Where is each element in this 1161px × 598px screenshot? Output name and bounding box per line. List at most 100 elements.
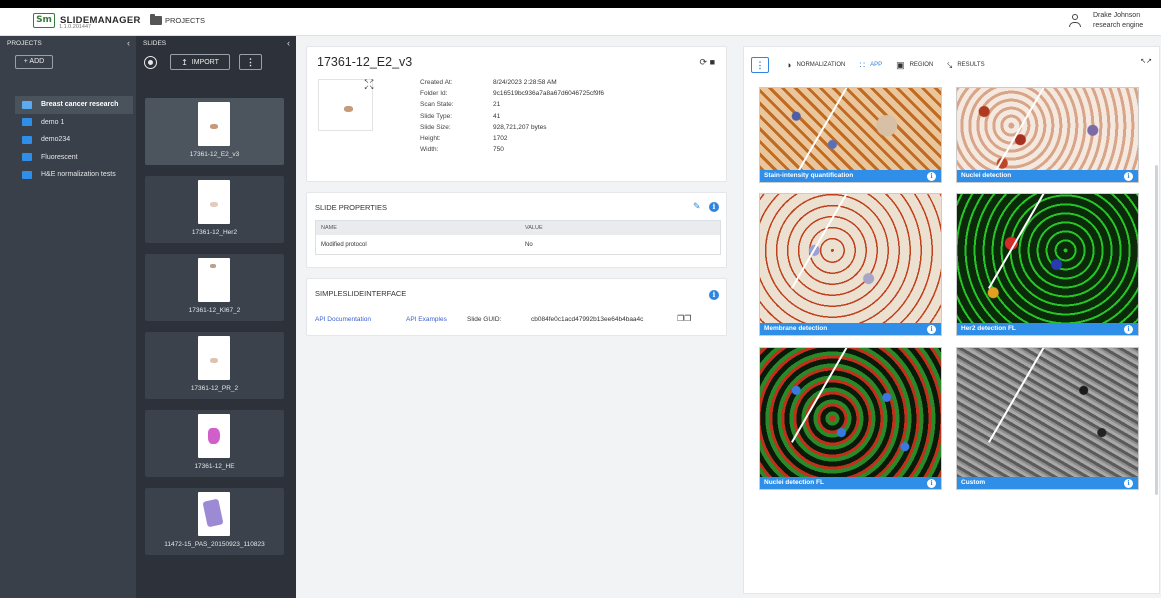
slide-name: 17361-12_PR_2	[190, 385, 239, 392]
user-menu[interactable]: Drake Johnson research engine	[1069, 11, 1144, 31]
app-tile-membrane-detection[interactable]: Membrane detection i	[759, 193, 942, 336]
meta-key: Slide Size:	[420, 123, 451, 131]
property-name: Modified protocol	[321, 241, 367, 248]
slides-panel: SLIDES ‹ ↥ IMPORT ⋮ 17361-12_E2_v3 17361…	[136, 36, 296, 598]
info-icon[interactable]: i	[709, 202, 719, 212]
project-label: demo 1	[41, 118, 65, 126]
tab-results[interactable]: ⤥ RESULTS	[947, 57, 984, 73]
api-examples-link[interactable]: API Examples	[406, 316, 447, 323]
tab-app[interactable]: ∷ APP	[859, 57, 882, 73]
app-tile-her2-detection-fl[interactable]: Her2 detection FL i	[956, 193, 1139, 336]
app-tile-nuclei-detection[interactable]: Nuclei detection i	[956, 87, 1139, 183]
copy-icon[interactable]: ❐❐	[677, 314, 691, 323]
project-item[interactable]: Fluorescent	[15, 149, 133, 167]
info-icon[interactable]: i	[709, 290, 719, 300]
app-tile-custom[interactable]: Custom i	[956, 347, 1139, 490]
edit-icon[interactable]: ✎	[693, 201, 701, 212]
slide-actions: ⟳ ■	[700, 57, 716, 68]
app-tile-nuclei-detection-fl[interactable]: Nuclei detection FL i	[759, 347, 942, 490]
slide-card[interactable]: 11472-15_PAS_20150923_110823	[145, 488, 284, 555]
app-label-text: Stain-intensity quantification	[764, 172, 854, 179]
slide-name: 17361-12_HE	[194, 463, 235, 470]
folder-icon	[22, 170, 32, 179]
delete-icon[interactable]: ■	[710, 57, 715, 67]
project-item[interactable]: H&E normalization tests	[15, 166, 133, 184]
expand-preview-icon[interactable]: ↖↗ ↙↘	[364, 79, 374, 91]
import-button[interactable]: ↥ IMPORT	[170, 54, 230, 70]
meta-value: 21	[493, 101, 501, 109]
meta-key: Width:	[420, 146, 439, 154]
tab-region[interactable]: ▣ REGION	[896, 57, 933, 73]
tab-label: REGION	[909, 62, 934, 68]
project-label: Breast cancer research	[41, 101, 119, 109]
slide-properties-card: SLIDE PROPERTIES ✎ i NAME VALUE Modified…	[306, 192, 727, 268]
info-icon[interactable]: i	[1124, 324, 1133, 334]
apps-scrollbar[interactable]	[1155, 165, 1158, 495]
projects-panel: PROJECTS ‹ + ADD Breast cancer research …	[0, 36, 136, 598]
tab-label: APP	[870, 62, 883, 68]
apps-menu-button[interactable]: ⋮	[751, 57, 769, 73]
table-header: NAME VALUE	[316, 221, 720, 235]
column-header-value: VALUE	[525, 225, 543, 231]
import-label: IMPORT	[191, 58, 219, 66]
meta-row: Slide Size: 928,721,207 bytes	[420, 124, 604, 135]
table-row[interactable]: Modified protocol No	[316, 235, 720, 254]
logo-mark-icon: Sm	[33, 13, 55, 28]
api-documentation-link[interactable]: API Documentation	[315, 316, 371, 323]
results-icon: ⤥	[947, 59, 953, 70]
user-name: Drake Johnson	[1093, 12, 1141, 19]
collapse-projects-icon[interactable]: ‹	[127, 38, 130, 48]
project-label: H&E normalization tests	[41, 171, 116, 179]
apps-panel: ⋮ ◑ NORMALIZATION ∷ APP ▣ REGION ⤥ RESULTS ↖…	[743, 46, 1160, 594]
slides-header: SLIDES ‹	[136, 36, 296, 50]
app-label: Nuclei detection FL i	[760, 477, 941, 489]
folder-icon	[22, 118, 32, 127]
info-icon[interactable]: i	[1124, 478, 1133, 488]
user-icon	[1069, 14, 1081, 28]
slides-header-label: SLIDES	[143, 39, 167, 47]
project-item[interactable]: demo 1	[15, 114, 133, 132]
contrast-icon: ◑	[786, 60, 792, 70]
slide-card[interactable]: 17361-12_PR_2	[145, 332, 284, 399]
projects-header-label: PROJECTS	[7, 39, 42, 47]
meta-row: Slide Type: 41	[420, 113, 604, 124]
meta-value: 41	[493, 112, 501, 120]
slide-card[interactable]: 17361-12_HE	[145, 410, 284, 477]
slide-metadata: Created At: 8/24/2023 2:28:58 AM Folder I…	[420, 79, 604, 157]
tab-label: RESULTS	[957, 62, 985, 68]
fullscreen-icon[interactable]: ↖↗	[1140, 57, 1152, 65]
meta-key: Slide Type:	[420, 112, 453, 120]
app-label-text: Custom	[961, 479, 986, 486]
folder-icon	[22, 153, 32, 162]
add-project-button[interactable]: + ADD	[15, 55, 53, 69]
slide-name: 17361-12_Her2	[191, 229, 238, 236]
collapse-slides-icon[interactable]: ‹	[287, 38, 290, 48]
meta-value: 8/24/2023 2:28:58 AM	[493, 79, 557, 86]
project-item[interactable]: Breast cancer research	[15, 96, 133, 114]
project-item[interactable]: demo234	[15, 131, 133, 149]
slide-card[interactable]: 17361-12_KI67_2	[145, 254, 284, 321]
refresh-icon[interactable]: ⟳	[700, 57, 708, 67]
more-options-button[interactable]: ⋮	[239, 54, 262, 70]
app-label-text: Membrane detection	[764, 325, 828, 332]
info-icon[interactable]: i	[1124, 171, 1133, 181]
guid-value: cb084fe0c1acd47992b13ee64b4baa4c	[531, 316, 644, 323]
user-role: research engine	[1093, 22, 1144, 29]
app-label: Nuclei detection i	[957, 170, 1138, 182]
top-projects-link[interactable]: PROJECTS	[150, 14, 205, 25]
info-icon[interactable]: i	[927, 171, 936, 181]
column-header-name: NAME	[321, 225, 337, 231]
guid-label: Slide GUID:	[467, 316, 502, 323]
slide-card[interactable]: 17361-12_E2_v3	[145, 98, 284, 165]
slide-name: 11472-15_PAS_20150923_110823	[164, 541, 265, 548]
grid-icon: ∷	[859, 59, 866, 70]
app-tile-stain-intensity[interactable]: Stain-intensity quantification i	[759, 87, 942, 183]
tab-normalization[interactable]: ◑ NORMALIZATION	[786, 57, 845, 73]
app-label: Her2 detection FL i	[957, 323, 1138, 335]
slide-thumbnail	[198, 414, 230, 458]
slide-card[interactable]: 17361-12_Her2	[145, 176, 284, 243]
meta-key: Scan State:	[420, 101, 454, 109]
info-icon[interactable]: i	[927, 324, 936, 334]
info-icon[interactable]: i	[927, 478, 936, 488]
settings-icon[interactable]	[144, 55, 157, 69]
